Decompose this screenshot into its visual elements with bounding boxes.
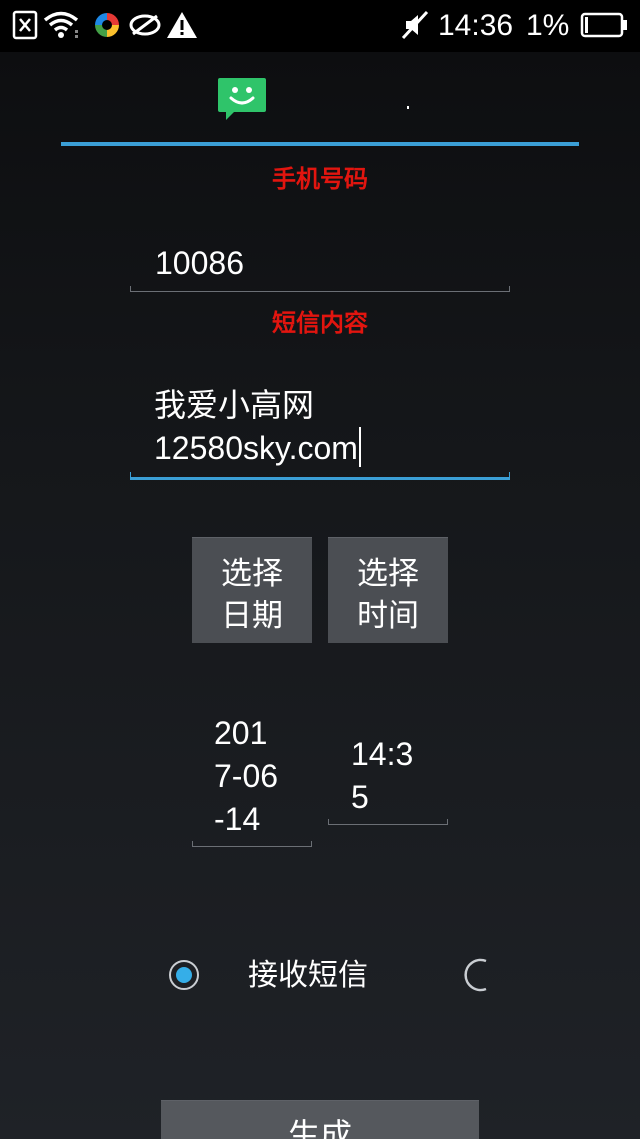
text-caret — [358, 427, 361, 467]
radio-dot — [176, 967, 192, 983]
date-line-1: 201 — [214, 715, 268, 751]
mute-icon — [401, 10, 429, 40]
date-field-underline — [192, 841, 312, 847]
loop-app-icon — [129, 14, 161, 36]
select-date-line-2: 日期 — [221, 598, 283, 634]
time-value-field[interactable]: 14:3 5 — [328, 733, 448, 825]
wifi-icon — [43, 11, 79, 38]
time-line-2: 5 — [351, 779, 369, 815]
phone-label: 手机号码 — [272, 165, 368, 193]
generate-label: 生成 — [287, 1116, 352, 1139]
receive-sms-radio[interactable]: 接收短信 — [168, 958, 398, 994]
content-line-1: 我爱小高网 — [154, 387, 315, 423]
status-bar: 14:36 1% — [0, 0, 640, 52]
sim-card-off-icon — [12, 10, 38, 40]
generate-button[interactable]: 生成 — [161, 1100, 479, 1139]
second-radio-icon[interactable] — [458, 956, 490, 994]
content-input[interactable]: 我爱小高网 12580sky.com — [130, 384, 510, 480]
color-app-icon — [95, 13, 119, 37]
select-time-line-2: 时间 — [357, 598, 419, 634]
content-label: 短信内容 — [272, 309, 368, 337]
battery-icon — [580, 12, 627, 38]
radio-checked-icon — [169, 960, 199, 990]
tab-marker — [407, 106, 409, 109]
battery-percent: 1% — [526, 9, 570, 42]
time-field-underline — [328, 819, 448, 825]
select-date-line-1: 选择 — [221, 556, 283, 592]
content-line-2-text: 12580sky.com — [154, 430, 358, 466]
receive-sms-label: 接收短信 — [248, 958, 368, 993]
select-time-line-1: 选择 — [357, 556, 419, 592]
date-value-field[interactable]: 201 7-06 -14 — [192, 712, 312, 848]
select-date-button[interactable]: 选择 日期 — [192, 537, 312, 643]
phone-input[interactable]: 10086 — [155, 242, 244, 285]
time-line-1: 14:3 — [351, 736, 414, 772]
date-line-2: 7-06 — [214, 758, 279, 794]
status-time: 14:36 — [438, 9, 514, 42]
phone-input-underline — [130, 286, 510, 292]
chat-bubble-smile-icon[interactable] — [216, 76, 268, 122]
date-line-3: -14 — [214, 801, 261, 837]
content-line-2: 12580sky.com — [154, 427, 361, 470]
tab-indicator — [61, 142, 579, 146]
select-time-button[interactable]: 选择 时间 — [328, 537, 448, 643]
warning-icon — [167, 12, 197, 38]
content-input-underline — [130, 472, 510, 480]
